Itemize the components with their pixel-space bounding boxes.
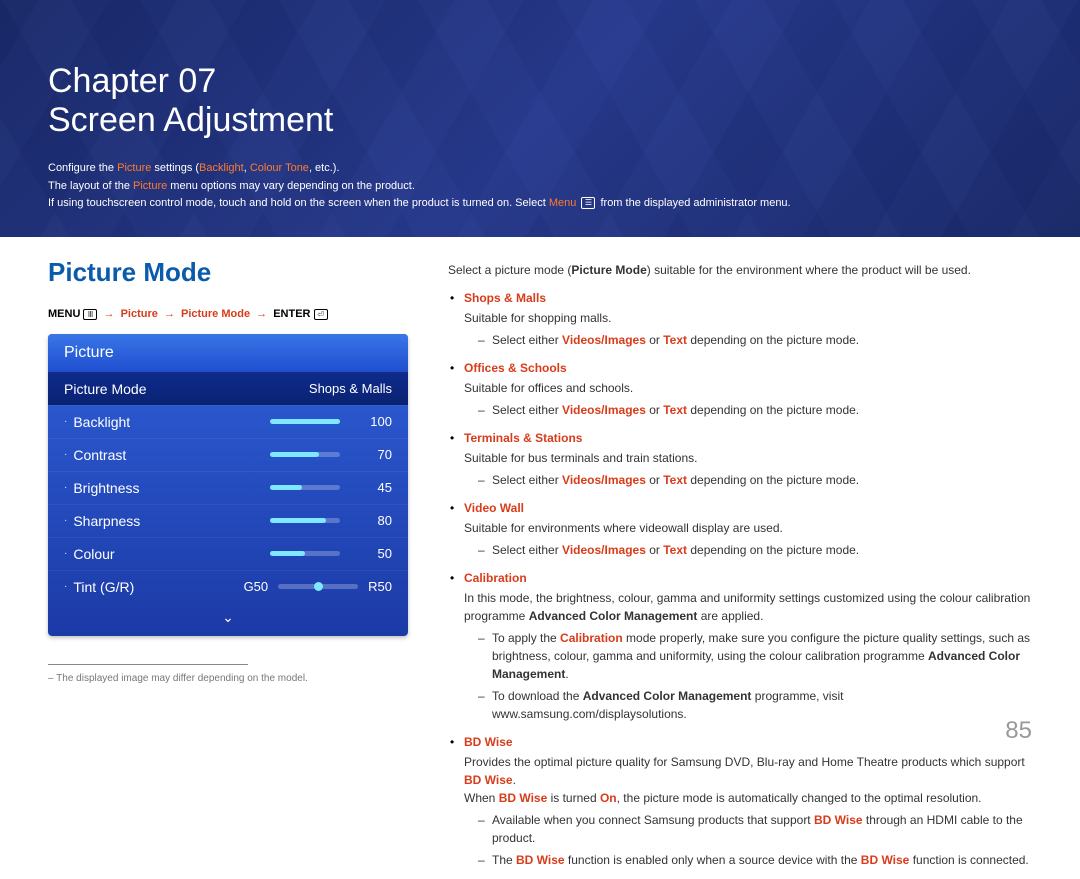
page-number: 85	[1005, 717, 1032, 745]
chevron-down-icon: ⌄	[222, 609, 234, 625]
mode-calibration: Calibration In this mode, the brightness…	[448, 569, 1032, 723]
osd-colour[interactable]: ·Colour 50	[48, 537, 408, 570]
mode-bdwise: BD Wise Provides the optimal picture qua…	[448, 733, 1032, 869]
slider-backlight[interactable]	[270, 419, 340, 424]
footnote: – The displayed image may differ dependi…	[48, 673, 408, 684]
osd-mode-label: Picture Mode	[64, 381, 309, 397]
menu-key-icon: Ⅲ	[83, 309, 97, 320]
mode-offices: Offices & Schools Suitable for offices a…	[448, 359, 1032, 419]
slider-brightness[interactable]	[270, 485, 340, 490]
osd-backlight[interactable]: ·Backlight 100	[48, 405, 408, 438]
mode-terminals: Terminals & Stations Suitable for bus te…	[448, 429, 1032, 489]
chapter-label: Chapter	[48, 62, 169, 100]
chapter-heading: Chapter 07 Screen Adjustment	[48, 62, 1032, 140]
description-panel: Select a picture mode (Picture Mode) sui…	[448, 257, 1032, 879]
chapter-banner: Chapter 07 Screen Adjustment Configure t…	[0, 0, 1080, 237]
osd-tint[interactable]: ·Tint (G/R) G50 R50	[48, 570, 408, 603]
mode-shops: Shops & Malls Suitable for shopping mall…	[448, 289, 1032, 349]
slider-colour[interactable]	[270, 551, 340, 556]
osd-mode-row[interactable]: Picture Mode Shops & Malls	[48, 372, 408, 405]
chapter-number: 07	[178, 62, 216, 100]
menu-icon: ☰	[581, 197, 595, 209]
slider-sharpness[interactable]	[270, 518, 340, 523]
chapter-intro: Configure the Picture settings (Backligh…	[48, 160, 1032, 213]
enter-key-icon	[314, 309, 328, 320]
osd-more[interactable]: ⌄	[48, 603, 408, 636]
osd-contrast[interactable]: ·Contrast 70	[48, 438, 408, 471]
slider-tint[interactable]	[278, 584, 358, 589]
menu-path: MENU Ⅲ → Picture → Picture Mode → ENTER	[48, 308, 408, 320]
osd-panel: Picture Picture Mode Shops & Malls ·Back…	[48, 334, 408, 636]
footnote-rule	[48, 664, 248, 665]
osd-mode-value: Shops & Malls	[309, 381, 392, 396]
osd-sharpness[interactable]: ·Sharpness 80	[48, 504, 408, 537]
osd-brightness[interactable]: ·Brightness 45	[48, 471, 408, 504]
slider-contrast[interactable]	[270, 452, 340, 457]
section-title: Picture Mode	[48, 257, 408, 288]
mode-videowall: Video Wall Suitable for environments whe…	[448, 499, 1032, 559]
osd-header: Picture	[48, 334, 408, 372]
chapter-title: Screen Adjustment	[48, 101, 1032, 140]
